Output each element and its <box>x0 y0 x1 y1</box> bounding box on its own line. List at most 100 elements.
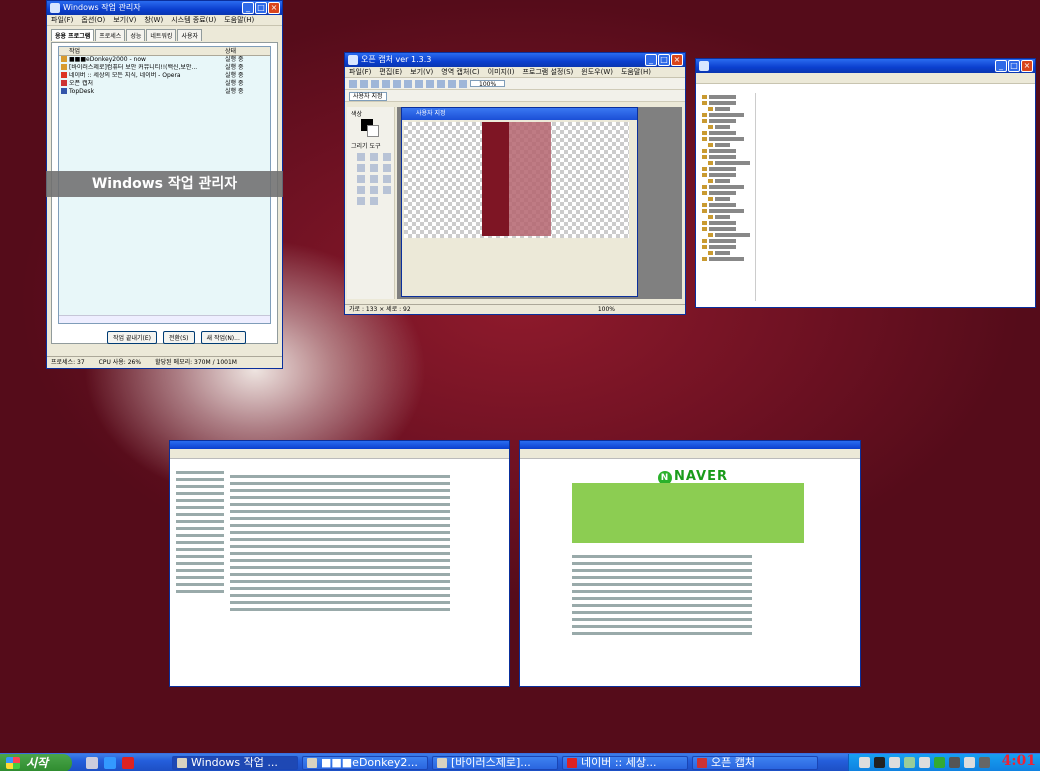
browser-address-bar[interactable] <box>170 449 509 459</box>
menu-settings[interactable]: 프로그램 설정(S) <box>522 67 573 77</box>
horizontal-scrollbar[interactable] <box>59 315 270 323</box>
task-manager-titlebar[interactable]: Windows 작업 관리자 _ □ × <box>47 1 282 15</box>
tray-icon[interactable] <box>919 757 930 768</box>
maximize-button[interactable]: □ <box>658 54 670 66</box>
crop-icon[interactable] <box>437 80 445 88</box>
select-icon[interactable] <box>357 153 365 161</box>
close-button[interactable]: × <box>268 2 280 14</box>
quicklaunch-ie-icon[interactable] <box>104 757 116 769</box>
open-capture-titlebar[interactable]: 오픈 캡처 ver 1.3.3 _ □ × <box>345 53 685 67</box>
secondary-color-swatch[interactable] <box>367 125 379 137</box>
menu-edit[interactable]: 편집(E) <box>379 67 402 77</box>
eraser-icon[interactable] <box>370 175 378 183</box>
browser-address-bar[interactable] <box>520 449 860 459</box>
lasso-icon[interactable] <box>370 153 378 161</box>
task-row[interactable]: TopDesk 실행 중 <box>59 88 270 96</box>
start-button[interactable]: 시작 <box>0 754 72 771</box>
minimize-button[interactable]: _ <box>995 60 1007 72</box>
new-icon[interactable] <box>349 80 357 88</box>
redo-icon[interactable] <box>393 80 401 88</box>
task-row[interactable]: ■■■eDonkey2000 - now 실행 중 <box>59 56 270 64</box>
menu-help[interactable]: 도움말(H) <box>621 67 651 77</box>
text-icon[interactable] <box>383 175 391 183</box>
column-status[interactable]: 상태 <box>225 47 270 55</box>
menu-window[interactable]: 윈도우(W) <box>581 67 613 77</box>
menu-window[interactable]: 창(W) <box>144 15 163 25</box>
tray-icon[interactable] <box>934 757 945 768</box>
maximize-button[interactable]: □ <box>1008 60 1020 72</box>
end-task-button[interactable]: 작업 끝내기(E) <box>107 331 157 344</box>
tab-performance[interactable]: 성능 <box>126 29 146 41</box>
brush-icon[interactable] <box>383 164 391 172</box>
line-icon[interactable] <box>357 186 365 194</box>
task-button-naver[interactable]: 네이버 :: 세상... <box>562 756 688 770</box>
menu-image[interactable]: 이미지(I) <box>488 67 515 77</box>
browser-titlebar[interactable] <box>520 441 860 449</box>
task-button-edonkey[interactable]: ■■■eDonkey2... <box>302 756 428 770</box>
tab-users[interactable]: 사용자 <box>177 29 203 41</box>
browser-thumbnail-virus-zero[interactable] <box>169 440 510 687</box>
tab-processes[interactable]: 프로세스 <box>95 29 126 41</box>
clock[interactable]: 4:01 <box>1002 753 1036 769</box>
ellipse-icon[interactable] <box>383 186 391 194</box>
close-button[interactable]: × <box>671 54 683 66</box>
menu-view[interactable]: 보기(V) <box>113 15 136 25</box>
explorer-titlebar[interactable]: _ □ × <box>696 59 1035 73</box>
menu-file[interactable]: 파일(F) <box>51 15 73 25</box>
tab-applications[interactable]: 응용 프로그램 <box>51 29 95 41</box>
tab-networking[interactable]: 네트워킹 <box>146 29 177 41</box>
task-button-open-capture[interactable]: 오픈 캡처 <box>692 756 818 770</box>
rect-select-icon[interactable] <box>357 197 365 205</box>
switch-to-button[interactable]: 전환(S) <box>162 331 195 344</box>
tray-icon[interactable] <box>859 757 870 768</box>
undo-icon[interactable] <box>382 80 390 88</box>
tray-icon[interactable] <box>889 757 900 768</box>
save-icon[interactable] <box>371 80 379 88</box>
image-window[interactable]: 사용자 지정 <box>401 107 638 297</box>
pencil-icon[interactable] <box>357 164 365 172</box>
tray-icon[interactable] <box>904 757 915 768</box>
tray-icon[interactable] <box>964 757 975 768</box>
minimize-button[interactable]: _ <box>645 54 657 66</box>
image-window-title[interactable]: 사용자 지정 <box>402 108 637 120</box>
task-row[interactable]: 오픈 캡처 실행 중 <box>59 80 270 88</box>
menu-file[interactable]: 파일(F) <box>349 67 371 77</box>
explorer-window[interactable]: _ □ × <box>695 58 1036 308</box>
move-icon[interactable] <box>383 153 391 161</box>
tray-icon[interactable] <box>874 757 885 768</box>
column-task[interactable]: 작업 <box>59 47 225 55</box>
task-row[interactable]: [바이러스제로]컴퓨터 보안 커뮤니티!!(백신,보안... 실행 중 <box>59 64 270 72</box>
image-canvas[interactable] <box>404 122 629 238</box>
task-button-virus-zero[interactable]: [바이러스제로]... <box>432 756 558 770</box>
browser-titlebar[interactable] <box>170 441 509 449</box>
open-capture-window[interactable]: 오픈 캡처 ver 1.3.3 _ □ × 파일(F) 편집(E) 보기(V) … <box>344 52 686 315</box>
menu-help[interactable]: 도움말(H) <box>224 15 254 25</box>
tray-icon[interactable] <box>979 757 990 768</box>
browser-thumbnail-naver[interactable]: N NAVER <box>519 440 861 687</box>
menu-capture[interactable]: 영역 캡처(C) <box>441 67 479 77</box>
menu-shutdown[interactable]: 시스템 종료(U) <box>171 15 216 25</box>
open-icon[interactable] <box>360 80 368 88</box>
picker-icon[interactable] <box>357 175 365 183</box>
layer-icon[interactable] <box>459 80 467 88</box>
menu-view[interactable]: 보기(V) <box>410 67 433 77</box>
folder-tree[interactable] <box>698 93 756 301</box>
minimize-button[interactable]: _ <box>242 2 254 14</box>
task-button-task-manager[interactable]: Windows 작업 ... <box>172 756 298 770</box>
maximize-button[interactable]: □ <box>255 2 267 14</box>
copy-icon[interactable] <box>415 80 423 88</box>
selection-mode-select[interactable]: 사용자 지정 <box>349 92 387 101</box>
task-row[interactable]: 네이버 :: 세상의 모든 지식, 네이버 - Opera 실행 중 <box>59 72 270 80</box>
zoom-select[interactable]: 100% <box>470 80 506 88</box>
new-task-button[interactable]: 새 작업(N)... <box>200 331 246 344</box>
tray-icon[interactable] <box>949 757 960 768</box>
pen-icon[interactable] <box>370 197 378 205</box>
quicklaunch-desktop-icon[interactable] <box>86 757 98 769</box>
paste-icon[interactable] <box>426 80 434 88</box>
fill-icon[interactable] <box>370 164 378 172</box>
cut-icon[interactable] <box>404 80 412 88</box>
rect-icon[interactable] <box>370 186 378 194</box>
grid-icon[interactable] <box>448 80 456 88</box>
quicklaunch-opera-icon[interactable] <box>122 757 134 769</box>
menu-options[interactable]: 옵션(O) <box>81 15 105 25</box>
